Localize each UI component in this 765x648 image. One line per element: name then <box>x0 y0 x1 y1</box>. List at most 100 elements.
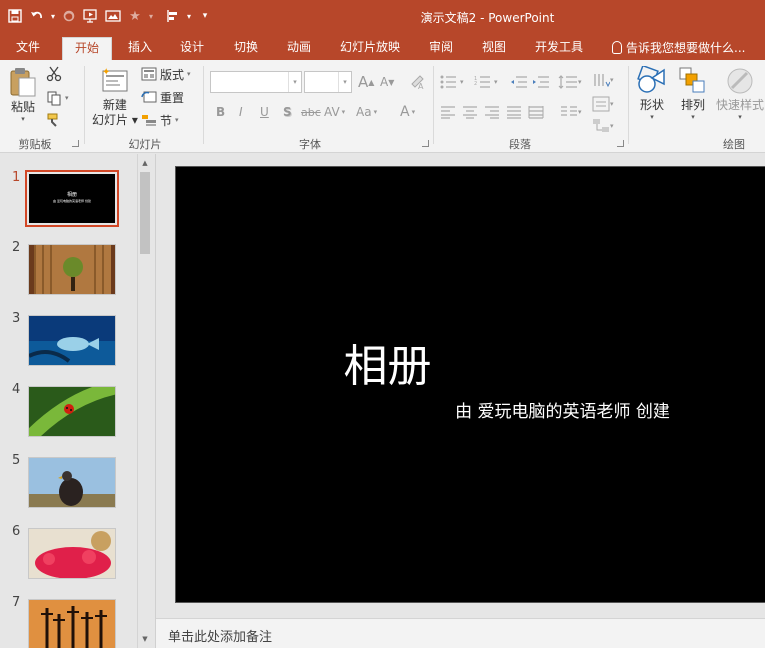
quick-styles-button[interactable]: 快速样式 ▾ <box>716 66 764 121</box>
italic-button[interactable]: I <box>239 102 243 122</box>
align-right-icon <box>485 106 499 119</box>
strikethrough-button[interactable]: abc <box>301 102 321 122</box>
slide-subtitle[interactable]: 由 爱玩电脑的英语老师 创建 <box>0 397 765 422</box>
scrollbar-thumb[interactable] <box>140 172 150 254</box>
grow-font-button[interactable]: A ▲ <box>358 72 374 92</box>
separator <box>84 66 85 144</box>
align-text-icon <box>592 96 610 112</box>
section-button[interactable]: 节 ▾ <box>141 110 179 130</box>
font-size-caret-icon: ▾ <box>338 72 351 92</box>
line-spacing-icon <box>558 75 577 89</box>
tab-file[interactable]: 文件 <box>4 37 52 60</box>
format-painter-button[interactable] <box>46 110 62 130</box>
paste-label: 粘贴 <box>10 100 35 114</box>
change-case-button[interactable]: Aa ▾ <box>356 102 377 122</box>
paintbrush-icon <box>47 113 58 127</box>
slide-number: 1 <box>12 170 21 185</box>
align-text-button[interactable]: ▾ <box>592 94 614 114</box>
clipboard-launcher-icon[interactable] <box>72 140 79 147</box>
tab-review[interactable]: 审阅 <box>419 37 463 60</box>
bullets-button[interactable]: ▾ <box>440 72 464 92</box>
font-launcher-icon[interactable] <box>422 140 429 147</box>
tab-insert[interactable]: 插入 <box>118 37 162 60</box>
text-direction-caret-icon: ▾ <box>610 76 614 84</box>
section-icon <box>142 115 156 126</box>
change-case-caret-icon: ▾ <box>373 108 378 116</box>
tab-design[interactable]: 设计 <box>170 37 214 60</box>
align-text-caret-icon: ▾ <box>610 100 614 108</box>
slide-thumbnail-2[interactable] <box>28 244 116 295</box>
title-bar: ▾ ★ ▾ ▾ ▾ 演示文稿2 - PowerPoint <box>0 0 765 33</box>
svg-text:A: A <box>418 82 424 90</box>
layout-button[interactable]: 版式 ▾ <box>141 64 191 84</box>
slide-thumbnail-6[interactable] <box>28 528 116 579</box>
line-spacing-caret-icon: ▾ <box>578 78 582 86</box>
font-color-button[interactable]: A ▾ <box>400 102 415 122</box>
increase-indent-button[interactable] <box>532 72 550 92</box>
numbering-button[interactable]: 12 ▾ <box>474 72 498 92</box>
align-center-button[interactable] <box>462 102 478 122</box>
quick-styles-icon <box>727 68 753 94</box>
tab-animations[interactable]: 动画 <box>277 37 321 60</box>
char-spacing-button[interactable]: AV ▾ <box>324 102 345 122</box>
underline-button[interactable]: U <box>260 102 269 122</box>
change-case-label: Aa <box>356 105 372 119</box>
tell-me-box[interactable]: 告诉我您想要做什么... <box>612 39 745 56</box>
paste-button[interactable]: 粘贴 ▾ <box>8 66 38 123</box>
slide-number: 2 <box>12 240 21 255</box>
slide-thumbnail-5[interactable] <box>28 457 116 508</box>
ribbon-home: 粘贴 ▾ ▾ 剪贴板 ✦ 新建 幻灯片 ▾ 版式 ▾ 重置 节 ▾ 幻灯片 ▾ … <box>0 60 765 153</box>
new-slide-button[interactable]: ✦ 新建 幻灯片 ▾ <box>92 66 138 128</box>
line-spacing-button[interactable]: ▾ <box>558 72 582 92</box>
decrease-indent-button[interactable] <box>510 72 528 92</box>
numbering-caret-icon: ▾ <box>494 78 498 86</box>
slide-thumbnail-1[interactable]: 相册 由 爱玩电脑的英语老师 创建 <box>25 170 119 227</box>
slide-number: 5 <box>12 453 21 468</box>
clear-format-button[interactable]: A <box>410 72 426 92</box>
smartart-button[interactable]: ▾ <box>592 116 614 136</box>
paste-caret-icon: ▾ <box>21 115 25 123</box>
justify-icon <box>507 106 521 119</box>
smartart-caret-icon: ▾ <box>610 122 614 130</box>
distributed-button[interactable] <box>528 102 544 122</box>
slide-number: 3 <box>12 311 21 326</box>
separator <box>203 66 204 144</box>
reset-button[interactable]: 重置 <box>141 87 184 107</box>
tab-home[interactable]: 开始 <box>62 37 112 60</box>
copy-button[interactable]: ▾ <box>46 88 69 108</box>
arrange-label: 排列 <box>680 98 705 112</box>
tab-developer[interactable]: 开发工具 <box>528 37 590 60</box>
shrink-font-button[interactable]: A ▼ <box>380 72 394 92</box>
font-name-caret-icon: ▾ <box>288 72 301 92</box>
slide-title[interactable]: 相册 <box>0 330 765 394</box>
arrange-caret-icon: ▾ <box>691 113 695 121</box>
paragraph-launcher-icon[interactable] <box>617 140 624 147</box>
arrange-button[interactable]: 排列 ▾ <box>678 66 708 121</box>
quick-styles-label: 快速样式 <box>716 98 765 112</box>
cut-button[interactable] <box>46 64 62 84</box>
font-name-select[interactable]: ▾ <box>210 71 302 93</box>
align-left-button[interactable] <box>440 102 456 122</box>
numbered-list-icon: 12 <box>474 76 490 88</box>
bold-button[interactable]: B <box>216 102 225 122</box>
font-size-select[interactable]: ▾ <box>304 71 352 93</box>
grow-font-label: A <box>358 73 369 91</box>
slides-group-label: 幻灯片 <box>128 138 162 151</box>
align-right-button[interactable] <box>484 102 500 122</box>
shadow-button[interactable]: S <box>283 102 292 122</box>
columns-button[interactable]: ▾ <box>560 102 582 122</box>
text-direction-button[interactable]: ▾ <box>592 70 614 90</box>
shapes-button[interactable]: 形状 ▾ <box>636 66 668 121</box>
tab-slideshow[interactable]: 幻灯片放映 <box>334 37 406 60</box>
justify-button[interactable] <box>506 102 522 122</box>
shapes-icon <box>637 66 665 93</box>
slide-thumbnail-7[interactable] <box>28 599 116 648</box>
scroll-up-icon[interactable]: ▲ <box>138 156 152 170</box>
separator <box>628 66 629 144</box>
notes-pane[interactable]: 单击此处添加备注 <box>156 618 765 648</box>
align-center-icon <box>463 106 477 119</box>
scroll-down-icon[interactable]: ▼ <box>138 632 152 646</box>
distributed-icon <box>528 106 544 119</box>
tab-transitions[interactable]: 切换 <box>224 37 268 60</box>
tab-view[interactable]: 视图 <box>472 37 516 60</box>
